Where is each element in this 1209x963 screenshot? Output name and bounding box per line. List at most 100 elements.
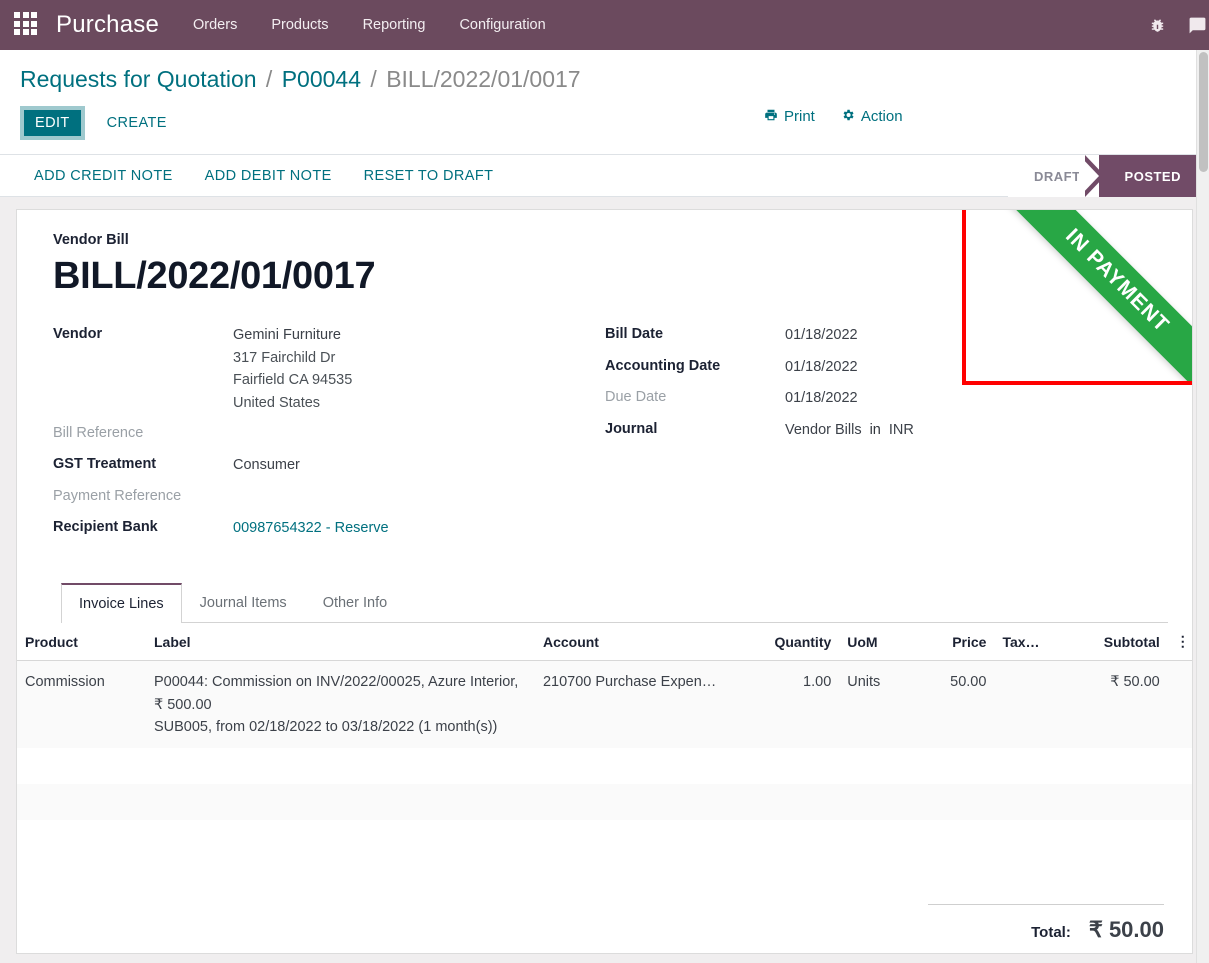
accounting-date-label: Accounting Date <box>605 357 721 374</box>
journal-value-link[interactable]: Vendor Bills <box>785 419 862 441</box>
reset-to-draft-button[interactable]: RESET TO DRAFT <box>352 162 506 190</box>
cell-subtotal[interactable]: ₹ 50.00 <box>1066 660 1168 749</box>
cell-product[interactable]: Commission <box>17 660 146 749</box>
column-header-uom[interactable]: UoM <box>839 623 932 662</box>
control-panel-right-actions: Print Action <box>764 108 903 126</box>
tab-invoice-lines[interactable]: Invoice Lines <box>61 583 182 624</box>
main-menu: Orders Products Reporting Configuration <box>193 17 546 33</box>
add-credit-note-button[interactable]: ADD CREDIT NOTE <box>22 162 185 190</box>
breadcrumb-item-current: BILL/2022/01/0017 <box>386 66 581 92</box>
bug-icon[interactable] <box>1149 17 1166 34</box>
totals-divider <box>928 904 1164 906</box>
scrollbar-thumb[interactable] <box>1199 52 1208 172</box>
table-row-empty-2[interactable] <box>17 784 1192 821</box>
cell-account-text: 210700 Purchase Expen… <box>542 674 717 691</box>
menu-item-reporting[interactable]: Reporting <box>363 17 426 33</box>
apps-grid-icon[interactable] <box>14 12 40 38</box>
tab-other-info[interactable]: Other Info <box>305 583 405 623</box>
cell-label-line1: P00044: Commission on INV/2022/00025, Az… <box>153 674 519 713</box>
tab-journal-items[interactable]: Journal Items <box>182 583 305 623</box>
field-gst-treatment: GST Treatment Consumer <box>53 454 605 476</box>
bill-reference-label: Bill Reference <box>53 425 144 442</box>
accounting-date-value[interactable]: 01/18/2022 <box>785 356 858 378</box>
status-stages: DRAFT POSTED <box>1007 155 1209 198</box>
breadcrumb-item-parent[interactable]: P00044 <box>282 66 361 92</box>
field-due-date: Due Date 01/18/2022 <box>605 387 1165 409</box>
breadcrumb: Requests for Quotation / P00044 / BILL/2… <box>16 50 1193 102</box>
print-button[interactable]: Print <box>764 108 815 126</box>
vendor-street: 317 Fairchild Dr <box>233 349 336 366</box>
vertical-scrollbar[interactable] <box>1196 50 1209 963</box>
column-header-tax[interactable]: Tax… <box>994 623 1067 662</box>
column-header-label[interactable]: Label <box>145 623 535 662</box>
recipient-bank-value[interactable]: 00987654322 - Reserve <box>233 517 389 539</box>
printer-icon <box>764 108 778 126</box>
journal-in-word: in <box>869 421 881 438</box>
total-row: Total: ₹ 50.00 <box>928 917 1164 943</box>
print-label: Print <box>784 108 815 126</box>
breadcrumb-separator-2: / <box>370 66 377 92</box>
status-bar: ADD CREDIT NOTE ADD DEBIT NOTE RESET TO … <box>0 155 1209 198</box>
notebook: Invoice Lines Journal Items Other Info <box>61 582 1168 624</box>
add-debit-note-button[interactable]: ADD DEBIT NOTE <box>193 162 344 190</box>
menu-item-orders[interactable]: Orders <box>193 17 237 33</box>
navbar-systray <box>1149 0 1209 50</box>
vendor-name-link[interactable]: Gemini Furniture <box>233 324 352 346</box>
bill-date-label: Bill Date <box>605 326 664 343</box>
table-row[interactable]: Commission P00044: Commission on INV/202… <box>17 660 1192 749</box>
table-header-row: Product Label Account Quantity UoM Price… <box>17 623 1192 662</box>
vendor-value-group: Gemini Furniture 317 Fairchild Dr Fairfi… <box>233 324 352 414</box>
empty-cell <box>17 748 1192 785</box>
gear-icon <box>841 108 855 126</box>
journal-value-group: Vendor Bills in INR <box>785 419 914 441</box>
bill-date-value[interactable]: 01/18/2022 <box>785 324 858 346</box>
cell-uom[interactable]: Units <box>839 660 932 749</box>
action-label: Action <box>860 108 903 126</box>
column-header-account[interactable]: Account <box>534 623 759 662</box>
totals-section: Total: ₹ 50.00 <box>17 904 1192 943</box>
field-journal: Journal Vendor Bills in INR <box>605 419 1165 441</box>
in-payment-ribbon: IN PAYMENT <box>985 210 1192 382</box>
empty-cell <box>17 820 1192 857</box>
vertical-dots-icon[interactable]: ⋮ <box>1167 623 1192 662</box>
edit-button[interactable]: EDIT <box>20 105 85 141</box>
menu-item-products[interactable]: Products <box>271 17 328 33</box>
due-date-value[interactable]: 01/18/2022 <box>785 387 858 409</box>
table-row-empty-3[interactable] <box>17 820 1192 857</box>
gst-treatment-label: GST Treatment <box>53 456 157 473</box>
field-bill-reference: Bill Reference <box>53 423 605 445</box>
total-value: ₹ 50.00 <box>1088 917 1164 943</box>
control-panel: Requests for Quotation / P00044 / BILL/2… <box>0 50 1209 156</box>
cell-tax[interactable] <box>994 660 1067 749</box>
totals-block: Total: ₹ 50.00 <box>928 904 1164 943</box>
chat-icon[interactable] <box>1188 16 1207 35</box>
cell-quantity[interactable]: 1.00 <box>758 660 840 749</box>
breadcrumb-item-root[interactable]: Requests for Quotation <box>20 66 257 92</box>
field-payment-reference: Payment Reference <box>53 486 605 508</box>
menu-item-configuration[interactable]: Configuration <box>459 17 545 33</box>
table-row-empty-1[interactable] <box>17 748 1192 785</box>
cell-optional-spacer <box>1167 660 1192 749</box>
status-stage-posted[interactable]: POSTED <box>1078 155 1209 198</box>
column-header-subtotal[interactable]: Subtotal <box>1066 623 1168 662</box>
cell-price[interactable]: 50.00 <box>931 660 995 749</box>
action-button[interactable]: Action <box>841 108 903 126</box>
app-brand-title[interactable]: Purchase <box>56 11 159 39</box>
recipient-bank-label: Recipient Bank <box>53 518 158 535</box>
notebook-tabs: Invoice Lines Journal Items Other Info <box>61 582 1168 624</box>
journal-label: Journal <box>605 420 658 437</box>
column-header-product[interactable]: Product <box>17 623 146 662</box>
payment-reference-label: Payment Reference <box>53 487 182 504</box>
journal-currency-link[interactable]: INR <box>889 419 914 441</box>
vendor-label: Vendor <box>53 326 103 343</box>
column-header-price[interactable]: Price <box>931 623 995 662</box>
cell-account[interactable]: 210700 Purchase Expen… <box>534 660 759 749</box>
form-sheet-background: IN PAYMENT Vendor Bill BILL/2022/01/0017… <box>0 197 1209 955</box>
create-button[interactable]: CREATE <box>93 107 181 139</box>
in-payment-ribbon-highlight: IN PAYMENT <box>962 210 1192 386</box>
control-panel-buttons: EDIT CREATE Print Action <box>16 102 1193 155</box>
gst-treatment-value[interactable]: Consumer <box>233 454 300 476</box>
form-sheet-inner: IN PAYMENT Vendor Bill BILL/2022/01/0017… <box>17 210 1192 624</box>
column-header-quantity[interactable]: Quantity <box>758 623 840 662</box>
cell-label[interactable]: P00044: Commission on INV/2022/00025, Az… <box>145 660 535 749</box>
